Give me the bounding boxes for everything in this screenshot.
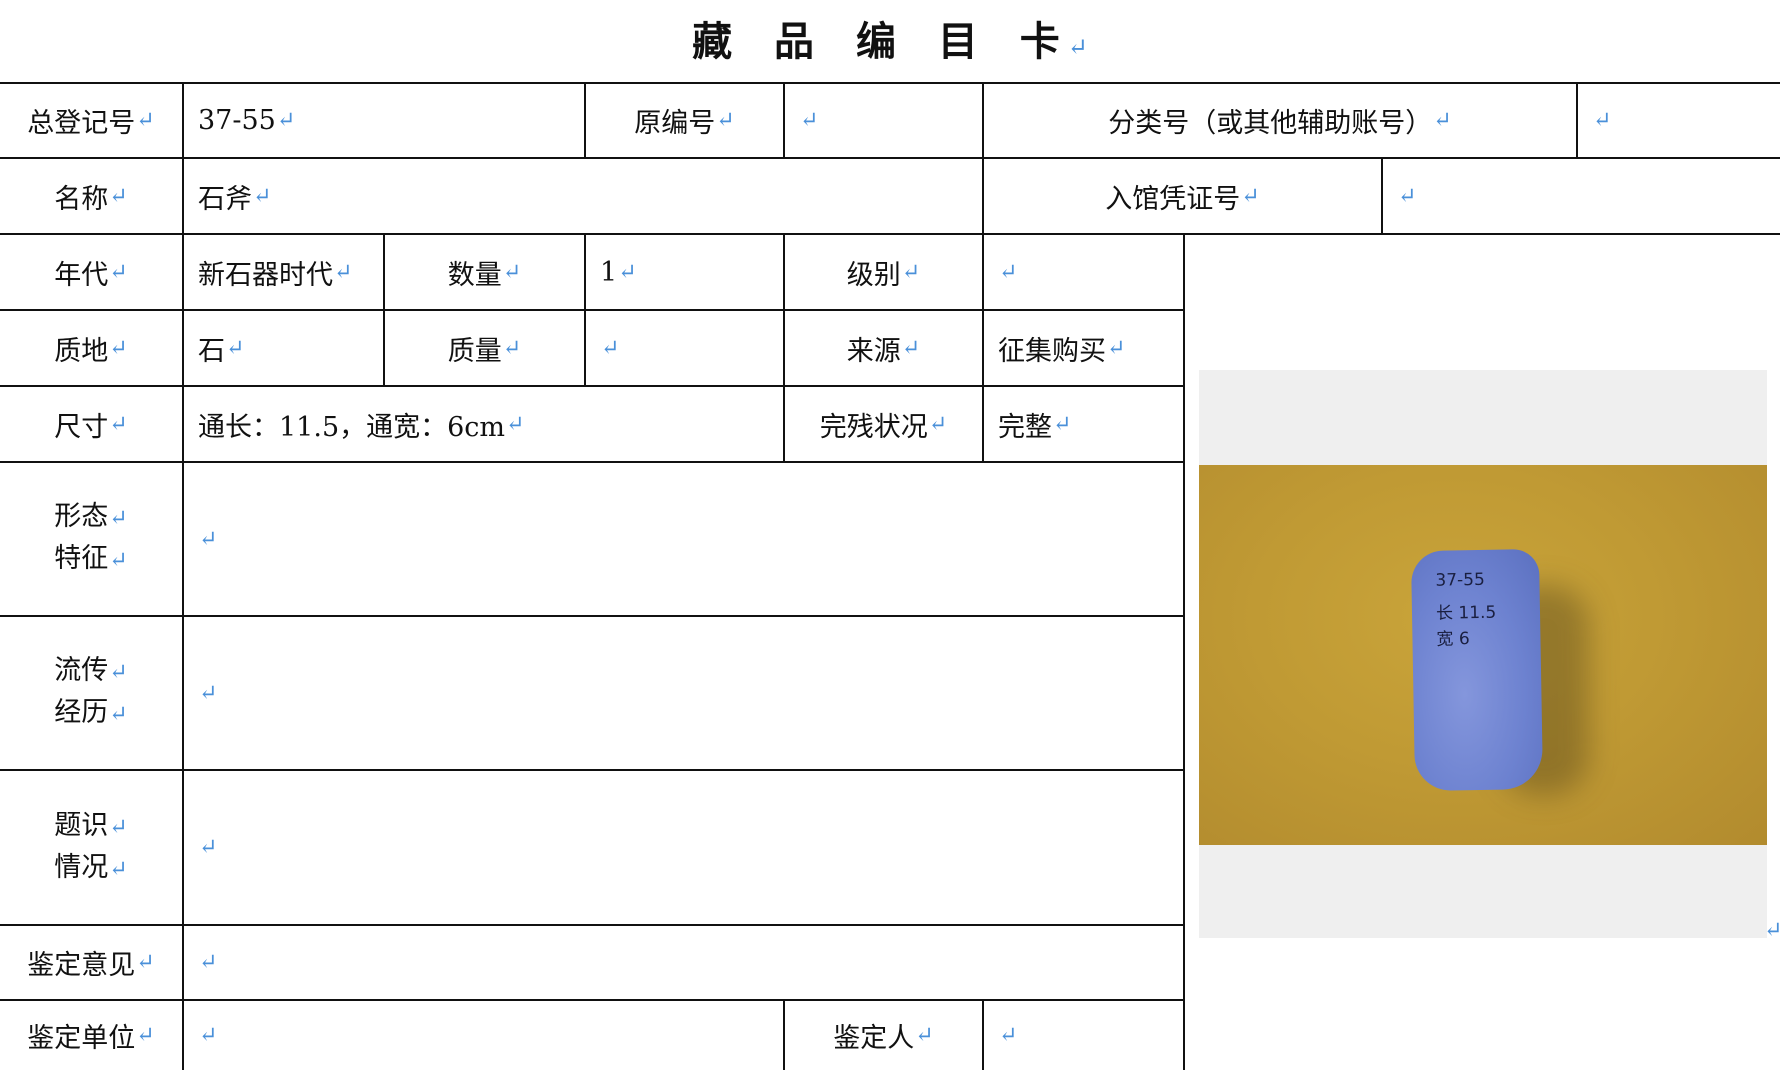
rule <box>1183 233 1185 1070</box>
photo-mark-width: 宽 6 <box>1436 629 1470 650</box>
artifact-photo: 37-55 长 11.5 宽 6 <box>1199 465 1767 845</box>
field-mass[interactable]: ↵ <box>586 311 783 385</box>
label-inscriptions: 题识↵ 情况↵ <box>54 809 128 883</box>
field-shape-features[interactable]: ↵ <box>184 463 1183 615</box>
field-source[interactable]: 征集购买 ↵ <box>984 311 1183 385</box>
label-appraisal-opinion: 鉴定意见 ↵ <box>27 950 155 981</box>
label-grade: 级别 ↵ <box>846 259 921 291</box>
paragraph-mark: ↵ <box>1764 918 1780 943</box>
photo-mark-number: 37-55 <box>1435 569 1486 591</box>
label-classification-no: 分类号（或其他辅助账号） ↵ <box>1108 108 1452 139</box>
field-condition[interactable]: 完整 ↵ <box>984 387 1183 461</box>
label-shape-features: 形态↵ 特征↵ <box>54 501 128 574</box>
field-quantity[interactable]: 1 ↵ <box>586 235 783 309</box>
label-mass: 质量 ↵ <box>447 335 522 367</box>
field-dimensions[interactable]: 通长：11.5，通宽：6cm ↵ <box>184 387 783 461</box>
label-condition: 完残状况 ↵ <box>819 411 948 443</box>
label-original-no: 原编号 ↵ <box>634 108 735 139</box>
label-appraisal-unit: 鉴定单位 ↵ <box>27 1023 155 1054</box>
label-dimensions: 尺寸 ↵ <box>54 411 128 443</box>
label-accession-voucher-no: 入馆凭证号 ↵ <box>1105 183 1260 215</box>
field-grade[interactable]: ↵ <box>984 235 1183 309</box>
field-inscriptions[interactable]: ↵ <box>184 771 1183 924</box>
field-accession-voucher-no[interactable]: ↵ <box>1383 159 1780 233</box>
card-title: 藏 品 编 目 卡↵ <box>692 18 1088 65</box>
photo-mark-length: 长 11.5 <box>1435 602 1497 624</box>
label-source: 来源 ↵ <box>846 335 921 367</box>
field-appraisal-opinion[interactable]: ↵ <box>184 926 1183 999</box>
field-era[interactable]: 新石器时代 ↵ <box>184 235 383 309</box>
field-classification-no[interactable]: ↵ <box>1578 84 1780 157</box>
field-provenance[interactable]: ↵ <box>184 617 1183 769</box>
field-original-no[interactable]: ↵ <box>785 84 982 157</box>
label-quantity: 数量 ↵ <box>447 259 522 291</box>
label-appraiser: 鉴定人 ↵ <box>833 1023 934 1054</box>
field-appraiser[interactable]: ↵ <box>984 1001 1183 1070</box>
field-name[interactable]: 石斧 ↵ <box>184 159 982 233</box>
label-registration-no: 总登记号 ↵ <box>27 108 155 139</box>
field-registration-no[interactable]: 37-55 ↵ <box>184 84 584 157</box>
stone-axe-image: 37-55 长 11.5 宽 6 <box>1410 548 1544 792</box>
field-appraisal-unit[interactable]: ↵ <box>184 1001 783 1070</box>
field-material[interactable]: 石 ↵ <box>184 311 383 385</box>
label-era: 年代 ↵ <box>54 259 128 291</box>
label-name: 名称 ↵ <box>54 183 128 215</box>
label-provenance: 流传↵ 经历↵ <box>54 655 128 728</box>
label-material: 质地 ↵ <box>54 335 128 367</box>
